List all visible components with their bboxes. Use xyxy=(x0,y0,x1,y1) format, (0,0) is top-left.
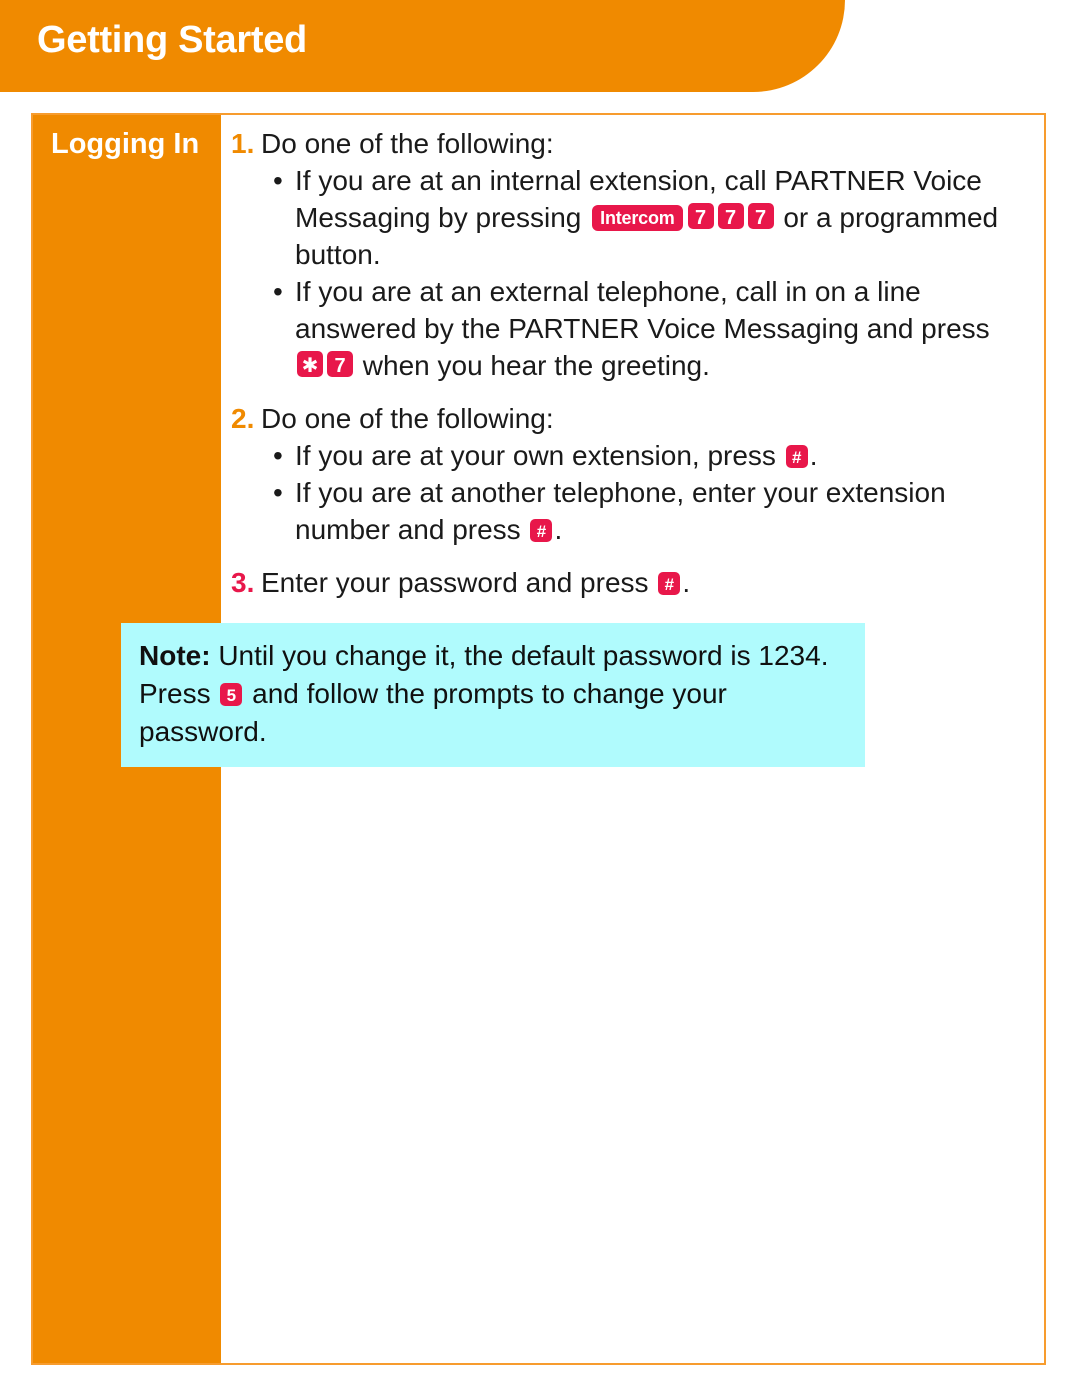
content-box: Logging In 1. Do one of the following: • If… xyxy=(31,113,1046,1365)
step-1: 1. Do one of the following: • If you are at… xyxy=(231,125,1024,384)
text-run: . xyxy=(809,440,818,471)
step-text: Enter your password and press #. xyxy=(261,567,690,598)
page-header-banner: Getting Started xyxy=(0,0,845,92)
bullet-list: • If you are at your own extension, press… xyxy=(231,437,1024,548)
bullet-dot-icon: • xyxy=(273,276,283,307)
bullet-item: • If you are at your own extension, press… xyxy=(231,437,1024,474)
text-run: . xyxy=(682,567,691,598)
step-2: 2. Do one of the following: • If you are at… xyxy=(231,400,1024,548)
bullet-item: • If you are at an internal extension, ca… xyxy=(231,162,1024,273)
bullet-dot-icon: • xyxy=(273,440,283,471)
bullet-item: • If you are at another telephone, enter … xyxy=(231,474,1024,548)
bullet-item: • If you are at an external telephone, ca… xyxy=(231,273,1024,384)
step-number: 3. xyxy=(231,567,255,598)
phone-key-7-icon: 7 xyxy=(327,351,353,377)
phone-key-7-icon: 7 xyxy=(747,203,774,229)
bullet-dot-icon: • xyxy=(273,165,283,196)
phone-key--icon: ✱ xyxy=(297,351,323,377)
phone-key-intercom-icon: Intercom xyxy=(592,205,683,231)
text-run: If you are at another telephone, enter y… xyxy=(295,477,946,545)
phone-key--icon: # xyxy=(785,445,808,468)
text-run: If you are at an external telephone, cal… xyxy=(295,276,990,344)
text-run: Enter your password and press xyxy=(261,567,657,598)
step-heading: 3. Enter your password and press #. xyxy=(231,564,1024,601)
bullet-dot-icon: • xyxy=(273,477,283,508)
step-text: Do one of the following: xyxy=(261,403,554,434)
text-run: If you are at your own extension, press xyxy=(295,440,784,471)
note-callout: Note: Until you change it, the default p… xyxy=(121,623,865,767)
steps-list: 1. Do one of the following: • If you are at… xyxy=(231,125,1024,601)
step-number: 1. xyxy=(231,128,255,159)
bullet-list: • If you are at an internal extension, ca… xyxy=(231,162,1024,384)
section-title: Logging In xyxy=(51,128,200,160)
note-label: Note: xyxy=(139,640,211,671)
step-3: 3. Enter your password and press #. xyxy=(231,564,1024,601)
phone-key--icon: # xyxy=(530,519,553,542)
step-text: Do one of the following: xyxy=(261,128,554,159)
phone-key-7-icon: 7 xyxy=(687,203,714,229)
phone-key-5-icon: 5 xyxy=(220,683,243,706)
text-run: . xyxy=(554,514,563,545)
step-heading: 2. Do one of the following: xyxy=(231,400,1024,437)
phone-key-7-icon: 7 xyxy=(717,203,744,229)
step-heading: 1. Do one of the following: xyxy=(231,125,1024,162)
phone-key--icon: # xyxy=(658,572,681,595)
page-title: Getting Started xyxy=(37,19,307,61)
text-run: when you hear the greeting. xyxy=(355,350,710,381)
note-text: Note: Until you change it, the default p… xyxy=(139,637,847,751)
step-number: 2. xyxy=(231,403,255,434)
